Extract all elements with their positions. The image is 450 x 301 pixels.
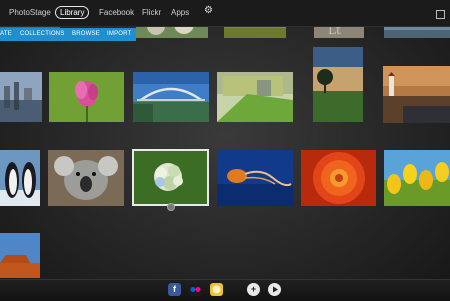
nav-photostage[interactable]: PhotoStage [9, 7, 51, 18]
photo-stage: Lt [0, 0, 450, 300]
thumb-bridge-river[interactable] [133, 72, 209, 122]
thumb-lighthouse-shore[interactable] [383, 66, 450, 123]
thumb-red-dahlia[interactable] [301, 150, 376, 206]
flickr-icon[interactable] [189, 283, 202, 296]
library-subnav: ATE COLLECTIONS BROWSE IMPORT [0, 28, 136, 41]
thumb-yellow-tulips[interactable] [384, 150, 450, 206]
bottom-dock: f + [0, 279, 450, 301]
nav-apps[interactable]: Apps [171, 7, 189, 18]
thumb-penguins[interactable] [0, 150, 40, 206]
top-nav: PhotoStage Library Facebook Flickr Apps … [0, 0, 450, 27]
subnav-import[interactable]: IMPORT [107, 31, 131, 38]
subnav-collections[interactable]: COLLECTIONS [20, 31, 65, 38]
thumb-tree-sunset[interactable] [313, 47, 363, 122]
thumb-jellyfish[interactable] [217, 150, 293, 206]
play-icon[interactable] [268, 283, 281, 296]
thumb-hydrangea[interactable] [132, 149, 209, 206]
thumb-pink-flower[interactable] [49, 72, 124, 122]
subnav-browse[interactable]: BROWSE [72, 31, 100, 38]
subnav-ate[interactable]: ATE [0, 31, 12, 38]
selection-indicator [167, 203, 175, 211]
thumb-city-reflection[interactable] [0, 72, 42, 122]
photos-app-icon[interactable] [210, 283, 223, 296]
nav-flickr[interactable]: Flickr [142, 7, 161, 18]
gear-icon[interactable]: ⚙ [204, 6, 214, 16]
thumb-koala[interactable] [48, 150, 124, 206]
nav-library[interactable]: Library [55, 6, 90, 19]
add-icon[interactable]: + [247, 283, 260, 296]
thumb-building-lawn[interactable] [217, 72, 293, 122]
window-toggle-icon[interactable] [436, 10, 445, 19]
nav-facebook[interactable]: Facebook [99, 7, 134, 18]
thumb-desert-mesa[interactable] [0, 233, 40, 278]
facebook-icon[interactable]: f [168, 283, 181, 296]
